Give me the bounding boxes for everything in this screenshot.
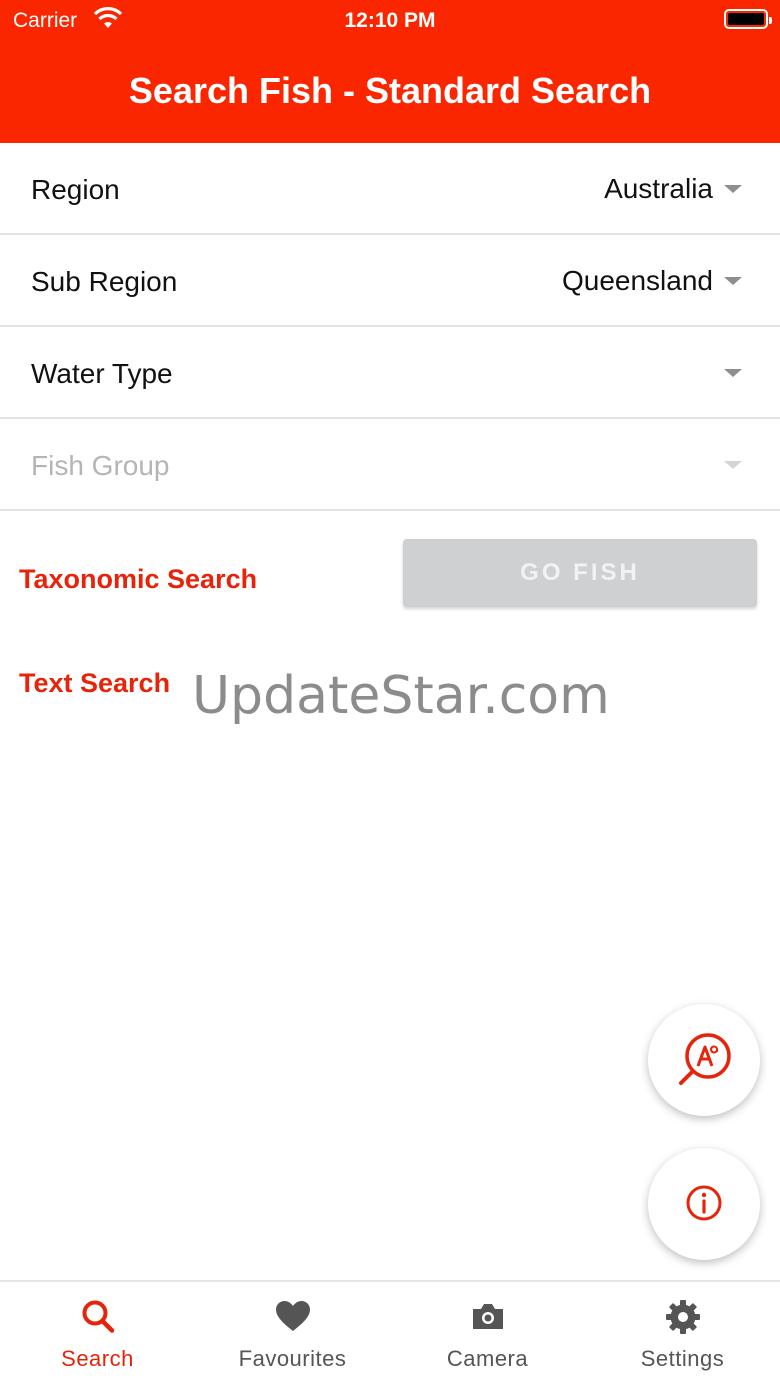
status-bar: Carrier 12:10 PM bbox=[0, 0, 780, 40]
text-search-fab[interactable] bbox=[648, 1004, 760, 1116]
region-label: Region bbox=[31, 174, 120, 205]
region-value: Australia bbox=[604, 173, 713, 204]
tab-search[interactable]: Search bbox=[0, 1282, 195, 1387]
dropdown-caret-icon bbox=[724, 185, 742, 193]
camera-icon bbox=[473, 1304, 503, 1329]
sub-region-label: Sub Region bbox=[31, 266, 178, 297]
dropdown-caret-icon bbox=[724, 277, 742, 285]
search-icon bbox=[82, 1300, 115, 1333]
page-title: Search Fish - Standard Search bbox=[128, 70, 652, 111]
gear-icon bbox=[666, 1300, 700, 1334]
go-fish-button[interactable]: GO FISH bbox=[403, 539, 757, 607]
dropdown-caret-icon bbox=[724, 369, 742, 377]
dropdown-caret-icon bbox=[724, 461, 742, 469]
status-time: 12:10 PM bbox=[344, 9, 436, 32]
fish-group-label: Fish Group bbox=[31, 450, 170, 481]
water-type-select[interactable]: Water Type bbox=[0, 327, 780, 419]
watermark-text: UpdateStar.com bbox=[192, 666, 610, 726]
text-search-link[interactable]: Text Search bbox=[19, 668, 170, 699]
info-fab[interactable] bbox=[648, 1148, 760, 1260]
info-icon bbox=[686, 1185, 722, 1221]
tab-favourites[interactable]: Favourites bbox=[195, 1282, 390, 1387]
tab-search-label: Search bbox=[61, 1346, 134, 1371]
tab-settings-label: Settings bbox=[640, 1346, 725, 1371]
taxonomic-search-link[interactable]: Taxonomic Search bbox=[19, 564, 257, 595]
heart-icon bbox=[276, 1301, 310, 1331]
water-type-label: Water Type bbox=[31, 358, 173, 389]
sub-region-select[interactable]: Sub Region Queensland bbox=[0, 235, 780, 327]
region-select[interactable]: Region Australia bbox=[0, 143, 780, 235]
app-header: Carrier 12:10 PM Search Fish - Standard … bbox=[0, 0, 780, 143]
fish-group-select[interactable]: Fish Group bbox=[0, 419, 780, 511]
tab-camera-label: Camera bbox=[446, 1346, 529, 1371]
tab-camera[interactable]: Camera bbox=[390, 1282, 585, 1387]
tab-bar: Search Favourites Camera Settings bbox=[0, 1280, 780, 1387]
tab-favourites-label: Favourites bbox=[238, 1346, 347, 1371]
sub-region-value: Queensland bbox=[561, 265, 713, 296]
text-magnifier-icon bbox=[679, 1033, 731, 1085]
battery-icon bbox=[724, 9, 772, 29]
tab-settings[interactable]: Settings bbox=[585, 1282, 780, 1387]
